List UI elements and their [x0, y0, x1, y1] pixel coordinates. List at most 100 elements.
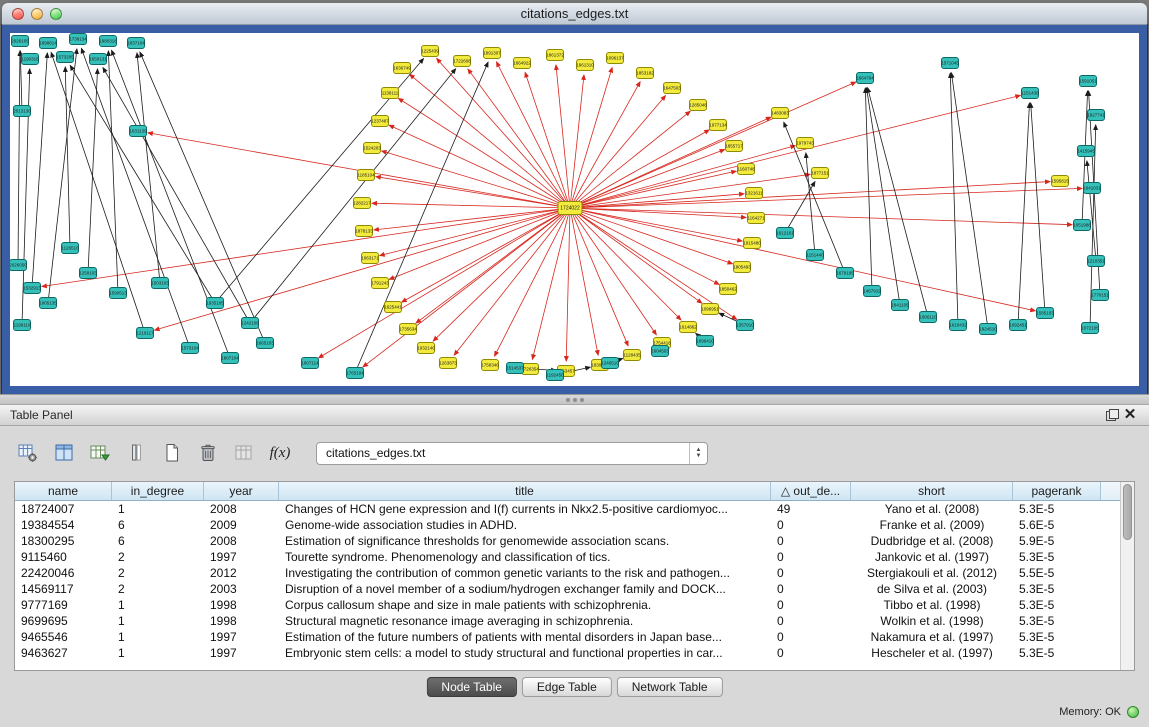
- cell-year[interactable]: 1998: [204, 613, 279, 629]
- cell-name[interactable]: 9463627: [15, 645, 112, 661]
- cell-out_degree[interactable]: 0: [771, 517, 851, 533]
- cell-out_degree[interactable]: 0: [771, 613, 851, 629]
- cell-year[interactable]: 1997: [204, 645, 279, 661]
- network-node[interactable]: 1664922: [513, 58, 531, 69]
- table-row[interactable]: 1872400712008Changes of HCN gene express…: [15, 501, 1134, 517]
- network-node[interactable]: 1604503: [651, 346, 669, 357]
- network-node[interactable]: 1595815: [1051, 176, 1069, 187]
- cell-name[interactable]: 19384554: [15, 517, 112, 533]
- table-row[interactable]: 2242004622012Investigating the contribut…: [15, 565, 1134, 581]
- scrollbar-thumb[interactable]: [1123, 484, 1132, 540]
- zoom-button[interactable]: [50, 8, 62, 20]
- network-node[interactable]: 1647503: [663, 83, 681, 94]
- cell-out_degree[interactable]: 0: [771, 549, 851, 565]
- cell-name[interactable]: 9699695: [15, 613, 112, 629]
- show-columns-icon[interactable]: [50, 439, 78, 467]
- network-node[interactable]: 1722608: [453, 56, 471, 67]
- network-node[interactable]: 1614862: [679, 322, 697, 333]
- cell-short[interactable]: Franke et al. (2009): [851, 517, 1013, 533]
- cell-year[interactable]: 2003: [204, 581, 279, 597]
- import-table-icon[interactable]: [86, 439, 114, 467]
- cell-short[interactable]: Hescheler et al. (1997): [851, 645, 1013, 661]
- float-panel-icon[interactable]: [1103, 407, 1121, 423]
- cell-in_degree[interactable]: 2: [112, 565, 204, 581]
- network-node[interactable]: 1225439: [421, 46, 439, 57]
- network-node[interactable]: 2026050: [10, 260, 27, 271]
- cell-in_degree[interactable]: 6: [112, 533, 204, 549]
- cell-title[interactable]: Investigating the contribution of common…: [279, 565, 771, 581]
- cell-pagerank[interactable]: 5.3E-5: [1013, 597, 1101, 613]
- network-node[interactable]: 1612161: [776, 228, 794, 239]
- network-node[interactable]: 1285048: [689, 100, 707, 111]
- network-node[interactable]: 1770151: [1091, 290, 1109, 301]
- cell-name[interactable]: 14569117: [15, 581, 112, 597]
- network-node[interactable]: 1891307: [483, 48, 501, 59]
- cell-out_degree[interactable]: 0: [771, 629, 851, 645]
- cell-short[interactable]: Tibbo et al. (1998): [851, 597, 1013, 613]
- network-node[interactable]: 1258103: [79, 268, 97, 279]
- cell-title[interactable]: Estimation of the future numbers of pati…: [279, 629, 771, 645]
- network-node[interactable]: 1096137: [606, 53, 624, 64]
- network-node[interactable]: 1199110: [14, 320, 31, 331]
- column-header-out_degree[interactable]: △ out_de...: [771, 482, 851, 501]
- network-node[interactable]: 1151438: [1021, 88, 1039, 99]
- network-node[interactable]: 1126510: [61, 243, 79, 254]
- network-node[interactable]: 1877151: [811, 168, 829, 179]
- cell-pagerank[interactable]: 5.5E-5: [1013, 565, 1101, 581]
- network-node[interactable]: 1263873: [439, 358, 457, 369]
- cell-pagerank[interactable]: 5.3E-5: [1013, 501, 1101, 517]
- column-header-short[interactable]: short: [851, 482, 1013, 501]
- network-node[interactable]: 1483083: [771, 108, 789, 119]
- column-header-title[interactable]: title: [279, 482, 771, 501]
- cell-name[interactable]: 22420046: [15, 565, 112, 581]
- network-node[interactable]: 1878133: [355, 226, 373, 237]
- network-node[interactable]: 1573104: [181, 343, 199, 354]
- table-row[interactable]: 1938455462009Genome-wide association stu…: [15, 517, 1134, 533]
- cell-short[interactable]: de Silva et al. (2003): [851, 581, 1013, 597]
- cell-in_degree[interactable]: 2: [112, 581, 204, 597]
- delete-table-icon[interactable]: [194, 439, 222, 467]
- network-node[interactable]: 1571045: [941, 58, 959, 69]
- network-node[interactable]: 1827741: [1087, 110, 1105, 121]
- network-node[interactable]: 1850462: [719, 284, 737, 295]
- network-node[interactable]: 1979743: [796, 138, 814, 149]
- cell-short[interactable]: Yano et al. (2008): [851, 501, 1013, 517]
- network-node[interactable]: 1980318: [99, 36, 117, 47]
- close-icon[interactable]: ✕: [1121, 407, 1139, 423]
- cell-year[interactable]: 1997: [204, 549, 279, 565]
- network-node[interactable]: 1641031: [1083, 183, 1101, 194]
- cell-title[interactable]: Tourette syndrome. Phenomenology and cla…: [279, 549, 771, 565]
- network-node[interactable]: 1219117: [136, 328, 154, 339]
- cell-short[interactable]: Wolkin et al. (1998): [851, 613, 1013, 629]
- function-builder-icon[interactable]: f(x): [266, 439, 294, 467]
- network-node[interactable]: 1282217: [353, 198, 371, 209]
- cell-title[interactable]: Corpus callosum shape and size in male p…: [279, 597, 771, 613]
- table-row[interactable]: 1830029562008Estimation of significance …: [15, 533, 1134, 549]
- table-row[interactable]: 946554611997Estimation of the future num…: [15, 629, 1134, 645]
- minimize-button[interactable]: [31, 8, 43, 20]
- network-node[interactable]: 1905135: [39, 298, 57, 309]
- window-titlebar[interactable]: citations_edges.txt: [2, 3, 1147, 25]
- network-node[interactable]: 1807104: [221, 353, 239, 364]
- network-node[interactable]: 1665103: [256, 338, 274, 349]
- network-node[interactable]: 1861372: [546, 50, 564, 61]
- network-node[interactable]: 1524203: [363, 143, 381, 154]
- cell-out_degree[interactable]: 0: [771, 597, 851, 613]
- network-node[interactable]: 1837104: [127, 38, 145, 49]
- cell-name[interactable]: 9465546: [15, 629, 112, 645]
- network-node[interactable]: 1805493: [733, 262, 751, 273]
- network-node[interactable]: 1246510: [601, 358, 619, 369]
- table-row[interactable]: 946362711997Embryonic stem cells: a mode…: [15, 645, 1134, 661]
- network-node[interactable]: 1855717: [725, 141, 743, 152]
- tab-edge-table[interactable]: Edge Table: [522, 677, 612, 697]
- network-node[interactable]: 1841105: [891, 300, 909, 311]
- network-node[interactable]: 1514537: [506, 363, 524, 374]
- network-node[interactable]: 2026105: [11, 36, 29, 47]
- network-node[interactable]: 1128435: [623, 350, 641, 361]
- network-node[interactable]: 1242108: [241, 318, 259, 329]
- network-node[interactable]: 1190318: [21, 54, 39, 65]
- network-node[interactable]: 1924510: [979, 324, 997, 335]
- cell-short[interactable]: Jankovic et al. (1997): [851, 549, 1013, 565]
- network-node[interactable]: 1467919: [863, 286, 881, 297]
- cell-short[interactable]: Nakamura et al. (1997): [851, 629, 1013, 645]
